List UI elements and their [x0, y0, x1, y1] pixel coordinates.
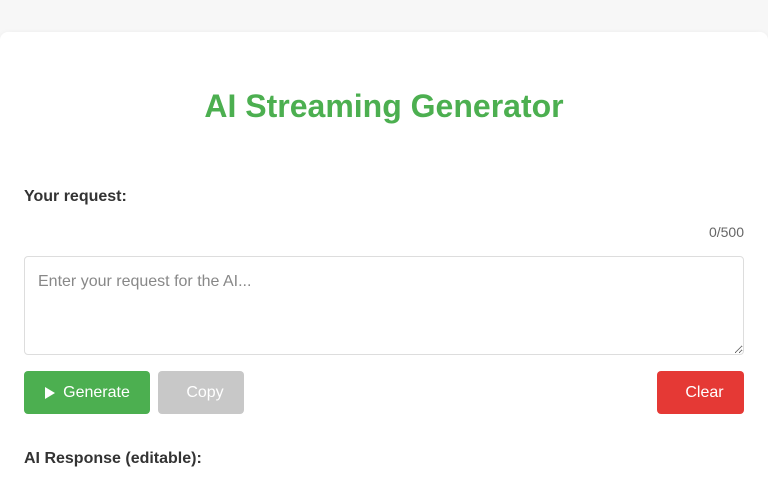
character-counter: 0/500 [708, 224, 744, 240]
play-icon [44, 386, 56, 399]
generate-button[interactable]: Generate [24, 371, 150, 414]
request-label: Your request: [24, 188, 127, 205]
clear-button[interactable]: Clear [657, 371, 744, 414]
request-input[interactable] [24, 256, 744, 355]
copy-button-label: Copy [186, 383, 224, 401]
clear-button-label: Clear [685, 383, 724, 401]
response-label: AI Response (editable): [24, 450, 202, 467]
copy-button[interactable]: Copy [158, 371, 244, 414]
page-title: AI Streaming Generator [204, 88, 564, 124]
generate-button-label: Generate [63, 383, 130, 401]
